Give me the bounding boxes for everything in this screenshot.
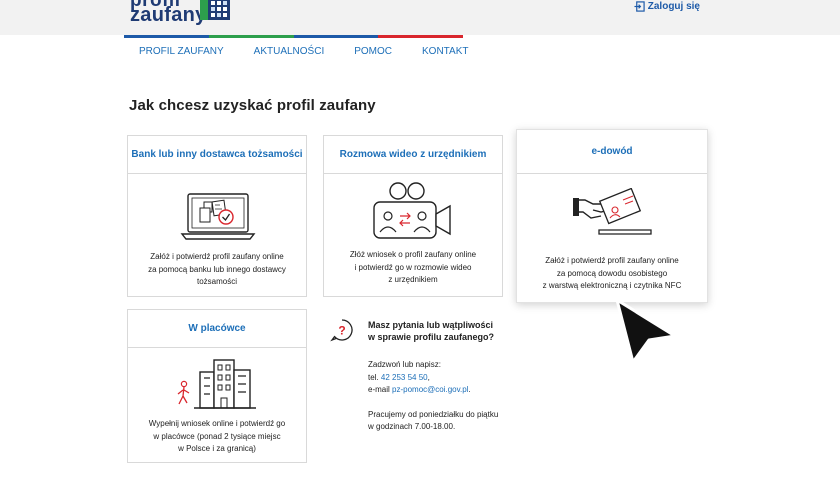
card-bank-desc-line: za pomocą banku lub innego dostawcy <box>148 264 286 274</box>
profil-zaufany-logo[interactable]: profil zaufany <box>130 0 240 34</box>
email-prefix: e-mail <box>368 385 393 394</box>
card-video-desc-line: i potwierdź go w rozmowie wideo <box>354 262 472 272</box>
card-e-dowod[interactable]: e-dowód Załóż i potwierdź profil zaufany… <box>516 129 708 303</box>
laptop-identity-icon <box>180 193 256 240</box>
top-header: profil zaufany Zaloguj się <box>0 0 840 35</box>
nav-item-pomoc[interactable]: POMOC <box>354 46 392 57</box>
nav-item-aktualnosci[interactable]: AKTUALNOŚCI <box>254 46 325 57</box>
card-bank-description: Załóż i potwierdź profil zaufany online … <box>128 251 306 289</box>
card-e-dowod-description: Załóż i potwierdź profil zaufany online … <box>517 255 707 293</box>
phone-link[interactable]: 42 253 54 50 <box>381 373 428 382</box>
card-e-dowod-desc-line: z warstwą elektroniczną i czytnika NFC <box>542 281 682 290</box>
page-title: Jak chcesz uzyskać profil zaufany <box>129 97 376 114</box>
login-label: Zaloguj się <box>647 1 700 12</box>
help-email-line: e-mail pz-pomoc@coi.gov.pl. <box>368 384 498 397</box>
card-video-description: Złóż wniosek o profil zaufany online i p… <box>324 249 502 287</box>
help-hours-line: Pracujemy od poniedziałku do piątku <box>368 409 499 419</box>
login-link[interactable]: Zaloguj się <box>634 1 700 12</box>
card-e-dowod-title: e-dowód <box>517 130 707 174</box>
help-spacer <box>368 397 498 409</box>
card-video-title: Rozmowa wideo z urzędnikiem <box>324 136 502 174</box>
card-w-placowce-desc-line: w Polsce i za granicą) <box>178 444 256 453</box>
help-contact: Zadzwoń lub napisz: tel. 42 253 54 50, e… <box>368 359 498 434</box>
phone-prefix: tel. <box>368 372 381 382</box>
card-bank-desc-line: Załóż i potwierdź profil zaufany online <box>150 252 284 261</box>
nav-item-kontakt[interactable]: KONTAKT <box>422 46 468 57</box>
card-w-placowce-desc-line: Wypełnij wniosek online i potwierdź go <box>148 419 286 428</box>
card-bank-title: Bank lub inny dostawca tożsamości <box>128 136 306 174</box>
logo-text-zaufany: zaufany <box>130 4 207 26</box>
main-nav: PROFIL ZAUFANY AKTUALNOŚCI POMOC KONTAKT <box>124 35 469 65</box>
phone-suffix: , <box>427 372 430 382</box>
video-call-icon <box>373 182 451 239</box>
help-phone-line: tel. 42 253 54 50, <box>368 372 498 385</box>
card-w-placowce-desc-line: w placówce (ponad 2 tysiące miejsc <box>153 431 281 441</box>
card-bank[interactable]: Bank lub inny dostawca tożsamości Załóż … <box>127 135 307 297</box>
help-title: Masz pytania lub wątpliwości w sprawie p… <box>368 319 494 343</box>
help-contact-intro: Zadzwoń lub napisz: <box>368 360 441 369</box>
card-e-dowod-desc-line: za pomocą dowodu osobistego <box>556 268 668 278</box>
nav-items: PROFIL ZAUFANY AKTUALNOŚCI POMOC KONTAKT <box>124 38 484 65</box>
nav-item-profil-zaufany[interactable]: PROFIL ZAUFANY <box>139 46 224 57</box>
help-title-line: w sprawie profilu zaufanego? <box>368 332 495 342</box>
card-bank-desc-line: tożsamości <box>196 277 237 286</box>
login-icon <box>634 1 645 12</box>
help-hours-line: w godzinach 7.00-18.00. <box>368 422 456 431</box>
card-w-placowce[interactable]: W placówce Wypełnij wniosek online i pot… <box>127 309 307 463</box>
card-e-dowod-desc-line: Załóż i potwierdź profil zaufany online <box>545 256 679 265</box>
id-card-nfc-icon <box>573 188 652 235</box>
office-building-icon <box>177 359 256 409</box>
card-w-placowce-description: Wypełnij wniosek online i potwierdź go w… <box>128 418 306 456</box>
email-link[interactable]: pz-pomoc@coi.gov.pl <box>392 385 468 394</box>
card-video-desc-line: z urzędnikiem <box>388 275 438 284</box>
card-video[interactable]: Rozmowa wideo z urzędnikiem Złóż wniosek… <box>323 135 503 297</box>
email-suffix: . <box>468 385 471 394</box>
question-icon: ? <box>330 319 353 342</box>
card-w-placowce-title: W placówce <box>128 310 306 348</box>
help-title-line: Masz pytania lub wątpliwości <box>368 320 494 330</box>
card-video-desc-line: Złóż wniosek o profil zaufany online <box>349 250 477 259</box>
mouse-cursor-icon <box>615 298 677 364</box>
logo-pixel-mark-icon <box>200 0 230 20</box>
svg-text:?: ? <box>338 324 345 338</box>
